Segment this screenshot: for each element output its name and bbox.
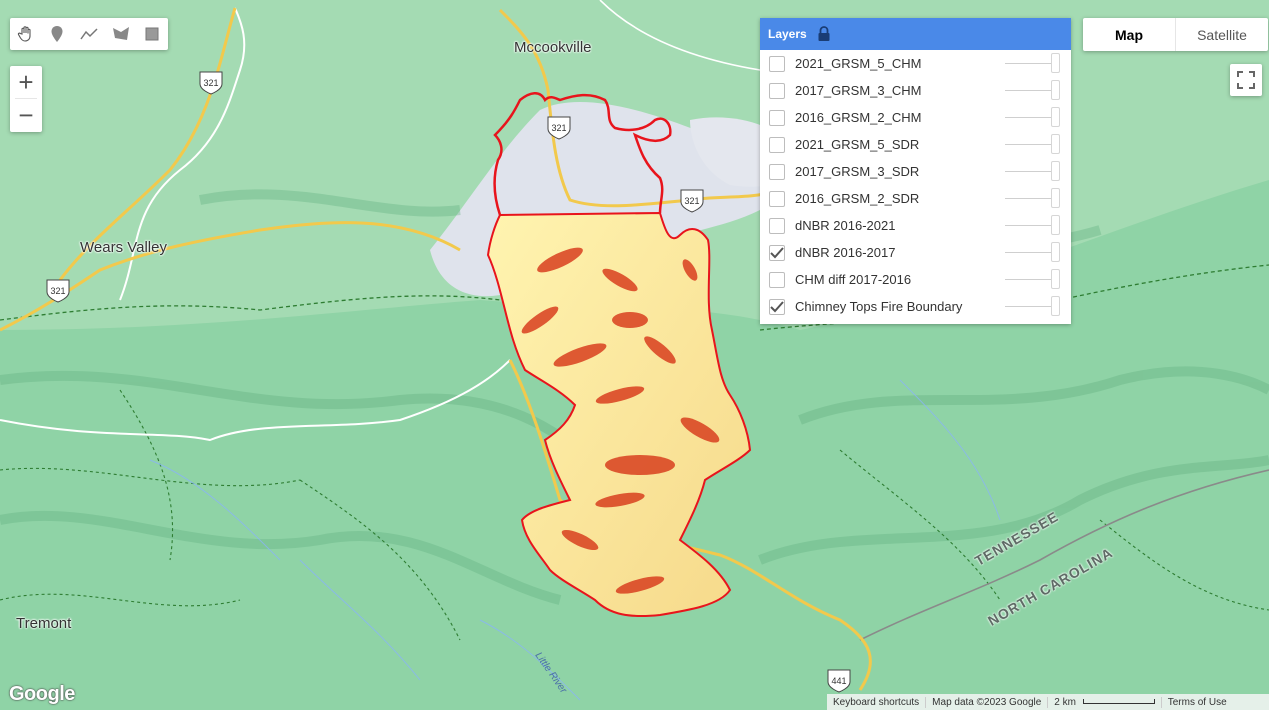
route-shield: 321 bbox=[46, 279, 70, 303]
layer-checkbox[interactable] bbox=[769, 82, 785, 99]
layer-label: 2016_GRSM_2_CHM bbox=[795, 110, 922, 125]
opacity-slider-track[interactable] bbox=[1005, 117, 1053, 118]
opacity-slider-track[interactable] bbox=[1005, 306, 1053, 307]
route-shield-layer: 321 321 321 321 441 Little River bbox=[46, 71, 851, 696]
layer-label: 2016_GRSM_2_SDR bbox=[795, 191, 920, 206]
opacity-slider-thumb[interactable] bbox=[1051, 296, 1060, 316]
layer-row[interactable]: dNBR 2016-2021 bbox=[760, 212, 1071, 239]
layer-row[interactable]: CHM diff 2017-2016 bbox=[760, 266, 1071, 293]
layers-title: Layers bbox=[768, 27, 807, 41]
layer-checkbox[interactable] bbox=[769, 217, 785, 234]
layer-checkbox[interactable] bbox=[769, 136, 785, 153]
layer-row[interactable]: 2017_GRSM_3_SDR bbox=[760, 158, 1071, 185]
hand-pan-icon[interactable] bbox=[12, 20, 40, 48]
layers-header: Layers bbox=[760, 18, 1071, 50]
layer-list: 2021_GRSM_5_CHM 2017_GRSM_3_CHM 2016_GRSM_… bbox=[760, 50, 1071, 320]
zoom-in-button[interactable]: + bbox=[10, 66, 42, 98]
layer-label: dNBR 2016-2017 bbox=[795, 245, 896, 260]
fullscreen-button[interactable] bbox=[1230, 64, 1262, 96]
polyline-icon[interactable] bbox=[75, 20, 103, 48]
place-label-tremont: Tremont bbox=[16, 615, 72, 632]
opacity-slider-track[interactable] bbox=[1005, 144, 1053, 145]
route-shield: 321 bbox=[547, 116, 571, 140]
layer-row[interactable]: 2017_GRSM_3_CHM bbox=[760, 77, 1071, 104]
layer-label: Chimney Tops Fire Boundary bbox=[795, 299, 963, 314]
svg-text:321: 321 bbox=[50, 286, 65, 296]
layer-row[interactable]: 2016_GRSM_2_SDR bbox=[760, 185, 1071, 212]
zoom-out-button[interactable]: − bbox=[10, 99, 42, 131]
route-shield: 441 bbox=[827, 669, 851, 693]
svg-text:321: 321 bbox=[203, 78, 218, 88]
map-type-satellite-button[interactable]: Satellite bbox=[1175, 18, 1268, 51]
layer-checkbox[interactable] bbox=[769, 190, 785, 207]
checkmark-icon bbox=[770, 300, 784, 312]
opacity-slider-thumb[interactable] bbox=[1051, 80, 1060, 100]
route-shield: 321 bbox=[680, 189, 704, 213]
zoom-control: + − bbox=[10, 66, 42, 132]
svg-text:441: 441 bbox=[831, 676, 846, 686]
opacity-slider-thumb[interactable] bbox=[1051, 242, 1060, 262]
fullscreen-icon bbox=[1237, 71, 1255, 89]
layers-panel: Layers 2021_GRSM_5_CHM 2017_GRSM_3_CHM 201… bbox=[760, 18, 1071, 324]
map-type-map-button[interactable]: Map bbox=[1083, 18, 1175, 51]
opacity-slider-thumb[interactable] bbox=[1051, 53, 1060, 73]
checkmark-icon bbox=[770, 246, 784, 258]
scale-line bbox=[1082, 699, 1155, 705]
polygon-icon[interactable] bbox=[107, 20, 135, 48]
layer-row[interactable]: 2021_GRSM_5_SDR bbox=[760, 131, 1071, 158]
layer-checkbox[interactable] bbox=[769, 271, 785, 288]
opacity-slider-thumb[interactable] bbox=[1051, 269, 1060, 289]
map-type-control: Map Satellite bbox=[1083, 18, 1268, 51]
scale-label: 2 km bbox=[1054, 696, 1076, 708]
opacity-slider-thumb[interactable] bbox=[1051, 161, 1060, 181]
opacity-slider-track[interactable] bbox=[1005, 198, 1053, 199]
opacity-slider-track[interactable] bbox=[1005, 279, 1053, 280]
opacity-slider-track[interactable] bbox=[1005, 63, 1053, 64]
layer-checkbox[interactable] bbox=[769, 298, 785, 315]
layer-checkbox[interactable] bbox=[769, 244, 785, 261]
layer-label: 2021_GRSM_5_CHM bbox=[795, 56, 922, 71]
layer-checkbox[interactable] bbox=[769, 109, 785, 126]
layer-checkbox[interactable] bbox=[769, 163, 785, 180]
svg-text:321: 321 bbox=[684, 196, 699, 206]
map-data-attribution: Map data ©2023 Google bbox=[926, 696, 1049, 708]
layer-row[interactable]: 2016_GRSM_2_CHM bbox=[760, 104, 1071, 131]
opacity-slider-thumb[interactable] bbox=[1051, 107, 1060, 127]
terms-of-use-link[interactable]: Terms of Use bbox=[1162, 697, 1233, 708]
layer-row[interactable]: Chimney Tops Fire Boundary bbox=[760, 293, 1071, 320]
lock-icon[interactable] bbox=[817, 26, 831, 42]
layer-label: CHM diff 2017-2016 bbox=[795, 272, 912, 287]
opacity-slider-track[interactable] bbox=[1005, 225, 1053, 226]
keyboard-shortcuts-link[interactable]: Keyboard shortcuts bbox=[827, 696, 927, 708]
drawing-toolbar bbox=[10, 18, 168, 50]
opacity-slider-track[interactable] bbox=[1005, 252, 1053, 253]
opacity-slider-track[interactable] bbox=[1005, 90, 1053, 91]
scale-bar[interactable]: 2 km bbox=[1048, 696, 1162, 708]
opacity-slider-thumb[interactable] bbox=[1051, 215, 1060, 235]
opacity-slider-thumb[interactable] bbox=[1051, 188, 1060, 208]
google-logo: Google bbox=[9, 683, 75, 705]
map-footer: Keyboard shortcuts Map data ©2023 Google… bbox=[827, 694, 1269, 710]
river-label: Little River bbox=[533, 650, 569, 696]
svg-text:321: 321 bbox=[551, 123, 566, 133]
route-shield: 321 bbox=[199, 71, 223, 95]
opacity-slider-thumb[interactable] bbox=[1051, 134, 1060, 154]
marker-pin-icon[interactable] bbox=[43, 20, 71, 48]
layer-row[interactable]: dNBR 2016-2017 bbox=[760, 239, 1071, 266]
place-label-wears-valley: Wears Valley bbox=[80, 239, 167, 256]
opacity-slider-track[interactable] bbox=[1005, 171, 1053, 172]
layer-label: 2021_GRSM_5_SDR bbox=[795, 137, 920, 152]
layer-label: 2017_GRSM_3_SDR bbox=[795, 164, 920, 179]
rectangle-icon[interactable] bbox=[138, 20, 166, 48]
layer-row[interactable]: 2021_GRSM_5_CHM bbox=[760, 50, 1071, 77]
layer-checkbox[interactable] bbox=[769, 55, 785, 72]
place-label-mccookville: Mccookville bbox=[514, 39, 592, 56]
layer-label: dNBR 2016-2021 bbox=[795, 218, 896, 233]
layer-label: 2017_GRSM_3_CHM bbox=[795, 83, 922, 98]
